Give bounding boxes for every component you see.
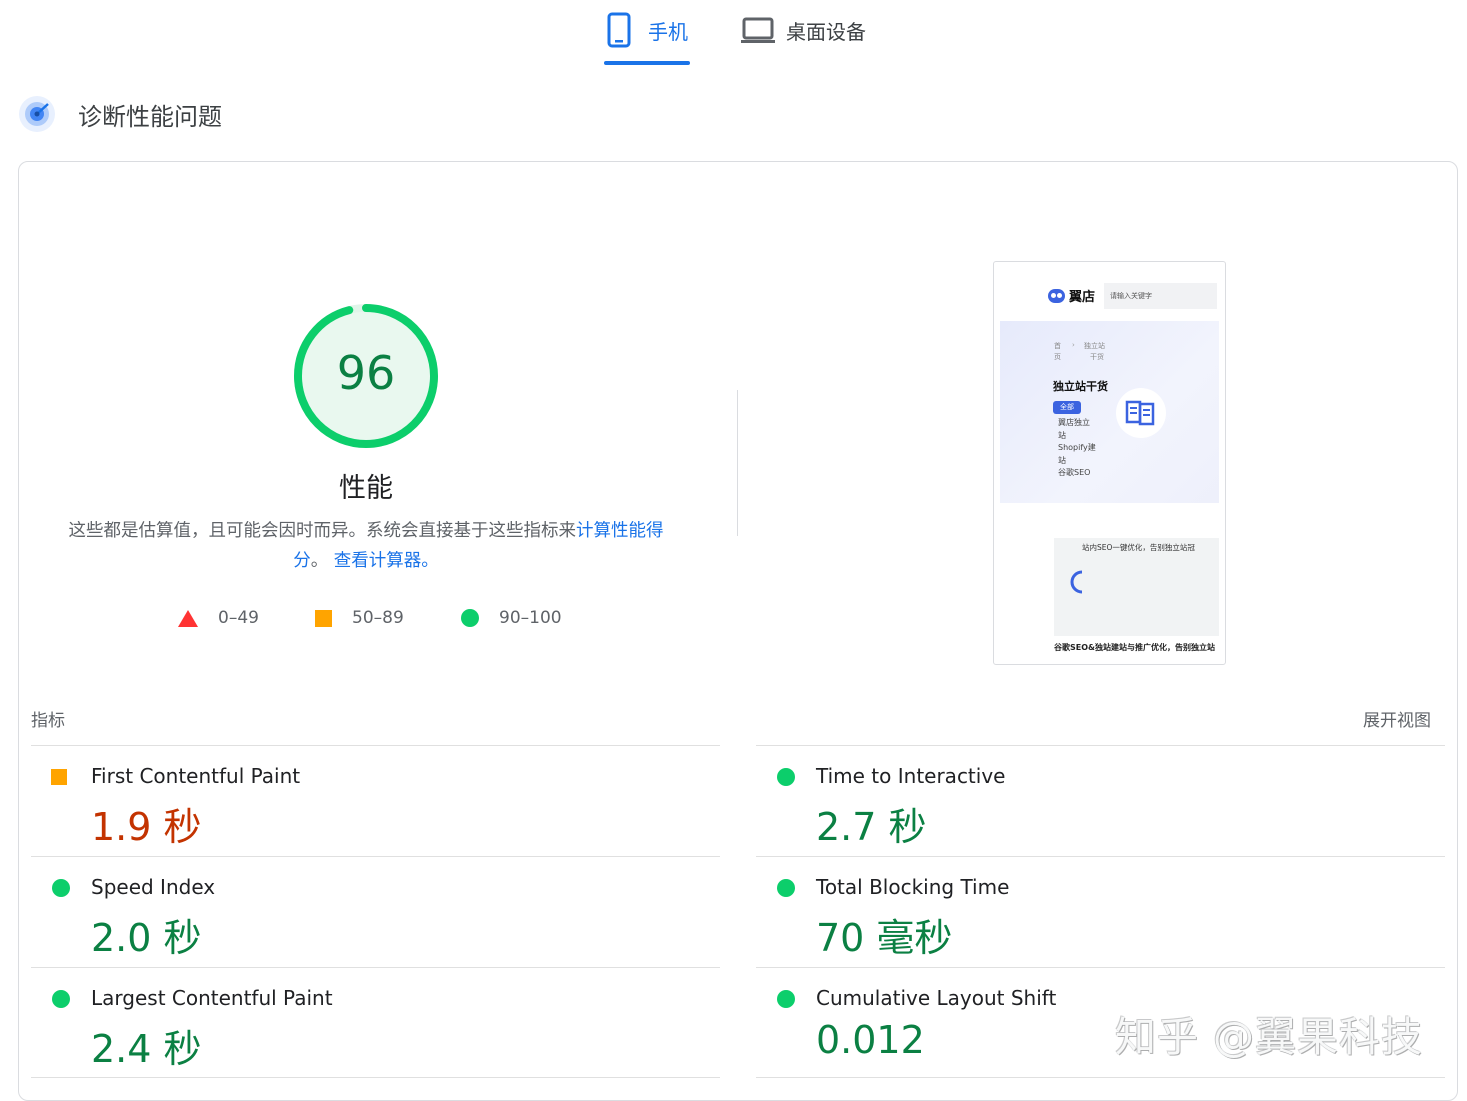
thumb-chip: 全部	[1053, 401, 1081, 414]
metric-value: 70 毫秒	[816, 916, 953, 960]
thumb-breadcrumb-1a: 首	[1054, 342, 1061, 350]
chevron-right-icon: ›	[1072, 341, 1075, 349]
gauge-description-punct: 。	[310, 551, 329, 571]
tab-desktop[interactable]: 桌面设备	[740, 10, 866, 50]
green-circle-icon	[777, 768, 795, 786]
metric-title: First Contentful Paint	[91, 764, 301, 788]
gauge-description-text: 这些都是估算值，且可能会因时而异。系统会直接基于这些指标来	[68, 521, 577, 541]
green-circle-icon	[52, 879, 70, 897]
thumb-breadcrumb-category: 独立站 干货	[1084, 341, 1105, 363]
orange-square-icon	[51, 769, 67, 785]
green-circle-icon	[52, 990, 70, 1008]
thumb-hero-title: 独立站干货	[1053, 380, 1108, 393]
metric-title: Total Blocking Time	[816, 875, 1010, 899]
thumb-search-box: 请输入关键字	[1104, 283, 1217, 309]
green-circle-icon	[777, 990, 795, 1008]
legend-pass-label: 90–100	[499, 608, 562, 628]
thumb-menu-item: 站	[1058, 430, 1066, 440]
device-tabs: 手机 桌面设备	[0, 0, 1467, 70]
loading-spinner-icon	[1070, 570, 1083, 594]
laptop-icon	[741, 17, 775, 43]
expand-view-toggle[interactable]: 展开视图	[1363, 706, 1431, 731]
gauge-description: 这些都是估算值，且可能会因时而异。系统会直接基于这些指标来计算性能得分。 查看计…	[60, 516, 672, 576]
metric-largest-contentful-paint: Largest Contentful Paint 2.4 秒	[31, 968, 721, 1078]
metric-value: 2.4 秒	[91, 1027, 202, 1071]
metric-time-to-interactive: Time to Interactive 2.7 秒	[756, 746, 1446, 856]
thumb-breadcrumb-2b: 干货	[1090, 353, 1104, 361]
metric-value: 2.7 秒	[816, 805, 927, 849]
tab-desktop-label: 桌面设备	[786, 19, 866, 44]
phone-icon	[607, 12, 631, 48]
section-header: 诊断性能问题	[18, 94, 222, 134]
legend-fail: 0–49	[178, 604, 259, 632]
thumb-menu: 翼店独立 站 Shopify建 站 谷歌SEO	[1058, 417, 1096, 480]
thumb-breadcrumb-home: 首 页	[1054, 341, 1061, 363]
thumb-breadcrumb-2a: 独立站	[1084, 342, 1105, 350]
green-circle-icon	[461, 609, 479, 627]
legend-pass: 90–100	[461, 604, 562, 632]
legend-fail-label: 0–49	[218, 608, 259, 628]
thumb-menu-item: 站	[1058, 455, 1066, 465]
book-icon	[1116, 388, 1166, 438]
metric-first-contentful-paint: First Contentful Paint 1.9 秒	[31, 746, 721, 856]
active-tab-indicator	[604, 61, 690, 65]
thumb-menu-item: 翼店独立	[1058, 418, 1090, 427]
thumb-image-placeholder: 站内SEO一键优化，告别独立站冠	[1054, 538, 1219, 636]
vertical-divider	[737, 390, 738, 536]
legend-average-label: 50–89	[352, 608, 404, 628]
metric-title: Speed Index	[91, 875, 216, 899]
diagnose-performance-icon	[19, 96, 55, 132]
metric-speed-index: Speed Index 2.0 秒	[31, 857, 721, 967]
tab-mobile[interactable]: 手机	[606, 10, 688, 50]
page-screenshot-thumbnail: 翼店 请输入关键字 首 页 › 独立站 干货 独立站干货 全部 翼店独立 站 S…	[993, 261, 1226, 665]
red-triangle-icon	[178, 609, 198, 627]
thumb-menu-item: 谷歌SEO	[1058, 468, 1091, 477]
thumb-logo-text: 翼店	[1069, 290, 1096, 305]
metrics-header: 指标	[31, 711, 65, 731]
watermark: 知乎 @翼果科技	[1115, 1013, 1424, 1061]
orange-square-icon	[315, 609, 332, 627]
metric-title: Largest Contentful Paint	[91, 986, 333, 1010]
metric-title: Time to Interactive	[816, 764, 1006, 788]
gauge-label: 性能	[339, 473, 393, 504]
metric-value: 0.012	[816, 1018, 925, 1062]
thumb-hero: 首 页 › 独立站 干货 独立站干货 全部 翼店独立 站 Shopify建 站 …	[1000, 321, 1219, 503]
thumb-menu-item: Shopify建	[1058, 443, 1096, 452]
score-legend: 0–49 50–89 90–100	[0, 604, 740, 632]
section-title: 诊断性能问题	[78, 102, 222, 131]
thumb-footer-text: 谷歌SEO&独站建站与推广优化，告别独立站	[1054, 643, 1216, 652]
thumb-image-alt: 站内SEO一键优化，告别独立站冠	[1082, 543, 1195, 552]
thumb-header: 翼店	[1048, 286, 1095, 305]
tab-mobile-label: 手机	[648, 19, 688, 44]
metric-value: 2.0 秒	[91, 916, 202, 960]
metric-title: Cumulative Layout Shift	[816, 986, 1057, 1010]
site-logo-icon	[1048, 288, 1065, 303]
calculator-link[interactable]: 查看计算器。	[334, 551, 439, 571]
metric-value: 1.9 秒	[91, 805, 202, 849]
legend-average: 50–89	[315, 604, 404, 632]
gauge-score: 96	[336, 346, 396, 400]
thumb-breadcrumb-1b: 页	[1054, 353, 1061, 361]
green-circle-icon	[777, 879, 795, 897]
metric-total-blocking-time: Total Blocking Time 70 毫秒	[756, 857, 1446, 967]
